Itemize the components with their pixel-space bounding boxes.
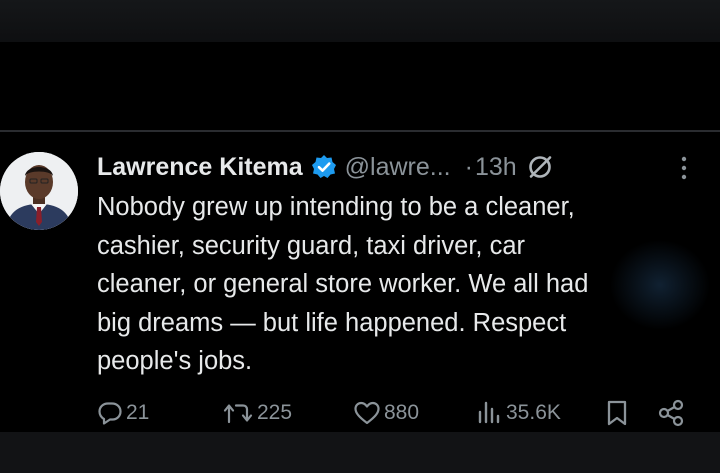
action-bar: 21 225 880 35.6K [97,398,697,428]
tweet-line: Nobody grew up intending to be a cleaner… [97,193,575,221]
tweet-line: cashier, security guard, taxi driver, ca… [97,231,526,260]
avatar[interactable] [0,152,78,230]
reply-button[interactable]: 21 [97,398,149,428]
views-button[interactable]: 35.6K [475,398,561,428]
views-count: 35.6K [506,401,561,424]
share-button[interactable] [657,398,685,428]
reply-icon [97,400,123,426]
verified-badge-icon [311,154,337,180]
bookmark-button[interactable] [605,398,629,428]
bookmark-icon [605,399,629,427]
separator-dot: · [464,152,473,181]
top-bar [0,0,720,42]
repost-count: 225 [257,401,293,424]
tweet-line: cleaner, or general store worker. We all… [97,270,589,298]
bottom-bar [0,432,720,473]
tweet-line: big dreams — but life happened. Respect [97,308,567,337]
avatar-image [0,152,78,230]
more-dots-icon[interactable] [676,152,692,184]
repost-button[interactable]: 225 [222,398,292,428]
tweet-header: Lawrence Kitema @lawre... · 13h [97,150,553,184]
like-icon [353,400,381,426]
timestamp[interactable]: 13h [475,153,517,182]
tweet-text: Nobody grew up intending to be a cleaner… [97,188,697,381]
like-button[interactable]: 880 [353,398,419,428]
share-icon [657,399,685,427]
views-icon [475,400,503,426]
like-count: 880 [384,401,420,424]
author-name[interactable]: Lawrence Kitema [97,153,303,182]
divider [0,130,720,132]
tweet-line: people's jobs. [97,347,253,375]
author-handle[interactable]: @lawre... [345,153,451,182]
repost-icon [222,400,254,426]
reply-count: 21 [126,401,150,424]
grok-icon[interactable] [527,154,553,180]
